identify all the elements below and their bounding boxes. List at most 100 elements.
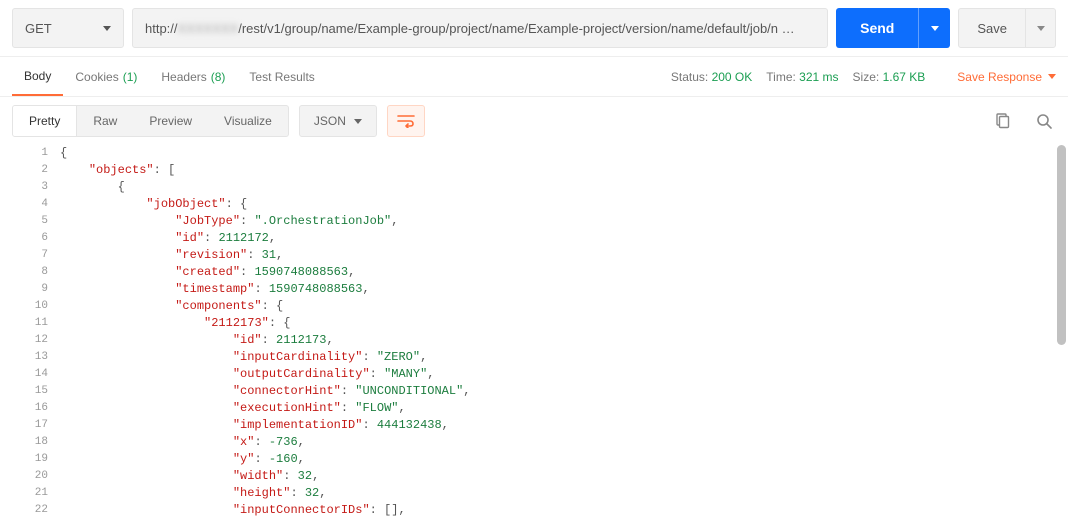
code-line: {: [60, 145, 1068, 162]
view-raw[interactable]: Raw: [77, 106, 133, 136]
line-number: 8: [0, 264, 48, 281]
line-number: 1: [0, 145, 48, 162]
method-value: GET: [25, 21, 52, 36]
size-value: 1.67 KB: [883, 70, 926, 84]
code-line: "inputCardinality": "ZERO",: [60, 349, 1068, 366]
request-bar: GET http://XXXXXXX/rest/v1/group/name/Ex…: [0, 0, 1068, 57]
view-pretty-label: Pretty: [29, 114, 60, 128]
tab-test-results[interactable]: Test Results: [237, 57, 326, 96]
status-label: Status: 200 OK: [671, 70, 752, 84]
line-number: 9: [0, 281, 48, 298]
view-preview[interactable]: Preview: [133, 106, 208, 136]
tab-body[interactable]: Body: [12, 57, 63, 96]
code-line: "id": 2112173,: [60, 332, 1068, 349]
headers-count: (8): [211, 70, 226, 84]
code-line: "y": -160,: [60, 451, 1068, 468]
code-line: "inputConnectorIDs": [],: [60, 502, 1068, 519]
copy-icon: [994, 113, 1010, 129]
cookies-count: (1): [123, 70, 138, 84]
code-line: "width": 32,: [60, 468, 1068, 485]
time-label-text: Time:: [766, 70, 796, 84]
view-pretty[interactable]: Pretty: [13, 106, 77, 136]
status-label-text: Status:: [671, 70, 708, 84]
code-line: "connectorHint": "UNCONDITIONAL",: [60, 383, 1068, 400]
time-label: Time: 321 ms: [766, 70, 838, 84]
save-button[interactable]: Save: [959, 9, 1025, 47]
send-label: Send: [860, 20, 894, 36]
url-blurred: XXXXXXX: [178, 21, 239, 36]
chevron-down-icon: [354, 119, 362, 124]
code-line: "height": 32,: [60, 485, 1068, 502]
view-mode-tabs: Pretty Raw Preview Visualize: [12, 105, 289, 137]
save-response-button[interactable]: Save Response: [957, 70, 1056, 84]
response-body[interactable]: 12345678910111213141516171819202122 { "o…: [0, 145, 1068, 519]
method-select[interactable]: GET: [12, 8, 124, 48]
response-tabs: Body Cookies (1) Headers (8) Test Result…: [0, 57, 1068, 97]
search-icon: [1036, 113, 1052, 129]
line-number: 15: [0, 383, 48, 400]
code-line: "x": -736,: [60, 434, 1068, 451]
line-number: 18: [0, 434, 48, 451]
view-raw-label: Raw: [93, 114, 117, 128]
code-line: "created": 1590748088563,: [60, 264, 1068, 281]
tab-cookies-label: Cookies: [75, 70, 118, 84]
code-line: "implementationID": 444132438,: [60, 417, 1068, 434]
chevron-down-icon: [931, 26, 939, 31]
line-number: 7: [0, 247, 48, 264]
code-line: "id": 2112172,: [60, 230, 1068, 247]
url-input[interactable]: http://XXXXXXX/rest/v1/group/name/Exampl…: [132, 8, 828, 48]
url-prefix: http://: [145, 21, 178, 36]
tab-headers-label: Headers: [161, 70, 206, 84]
wrap-lines-button[interactable]: [387, 105, 425, 137]
status-value: 200 OK: [712, 70, 753, 84]
code-line: "components": {: [60, 298, 1068, 315]
size-label: Size: 1.67 KB: [853, 70, 926, 84]
line-number: 10: [0, 298, 48, 315]
line-number: 4: [0, 196, 48, 213]
time-value: 321 ms: [799, 70, 838, 84]
save-button-group: Save: [958, 8, 1056, 48]
code-line: "JobType": ".OrchestrationJob",: [60, 213, 1068, 230]
format-value: JSON: [314, 114, 346, 128]
code-lines: { "objects": [ { "jobObject": { "JobType…: [60, 145, 1068, 519]
line-number: 2: [0, 162, 48, 179]
save-response-label: Save Response: [957, 70, 1042, 84]
chevron-down-icon: [1048, 74, 1056, 79]
tab-body-label: Body: [24, 69, 51, 83]
view-preview-label: Preview: [149, 114, 192, 128]
format-select[interactable]: JSON: [299, 105, 377, 137]
code-line: "jobObject": {: [60, 196, 1068, 213]
viewer-bar: Pretty Raw Preview Visualize JSON: [0, 97, 1068, 145]
line-number: 5: [0, 213, 48, 230]
chevron-down-icon: [103, 26, 111, 31]
view-visualize-label: Visualize: [224, 114, 272, 128]
line-number: 22: [0, 502, 48, 519]
save-label: Save: [977, 21, 1007, 36]
line-number: 13: [0, 349, 48, 366]
tab-test-results-label: Test Results: [249, 70, 314, 84]
save-dropdown[interactable]: [1025, 9, 1055, 47]
scrollbar-thumb[interactable]: [1057, 145, 1066, 345]
send-button[interactable]: Send: [836, 8, 918, 48]
line-number: 14: [0, 366, 48, 383]
url-suffix: /rest/v1/group/name/Example-group/projec…: [238, 21, 794, 36]
tab-headers[interactable]: Headers (8): [149, 57, 237, 96]
view-visualize[interactable]: Visualize: [208, 106, 288, 136]
wrap-icon: [397, 114, 415, 128]
line-number: 11: [0, 315, 48, 332]
copy-button[interactable]: [990, 109, 1014, 133]
code-line: "outputCardinality": "MANY",: [60, 366, 1068, 383]
chevron-down-icon: [1037, 26, 1045, 31]
line-number: 19: [0, 451, 48, 468]
size-label-text: Size:: [853, 70, 880, 84]
code-line: "executionHint": "FLOW",: [60, 400, 1068, 417]
line-number: 6: [0, 230, 48, 247]
tab-cookies[interactable]: Cookies (1): [63, 57, 149, 96]
line-number: 21: [0, 485, 48, 502]
send-dropdown[interactable]: [918, 8, 950, 48]
line-number: 3: [0, 179, 48, 196]
code-line: "revision": 31,: [60, 247, 1068, 264]
search-button[interactable]: [1032, 109, 1056, 133]
line-number-gutter: 12345678910111213141516171819202122: [0, 145, 56, 519]
code-line: "objects": [: [60, 162, 1068, 179]
